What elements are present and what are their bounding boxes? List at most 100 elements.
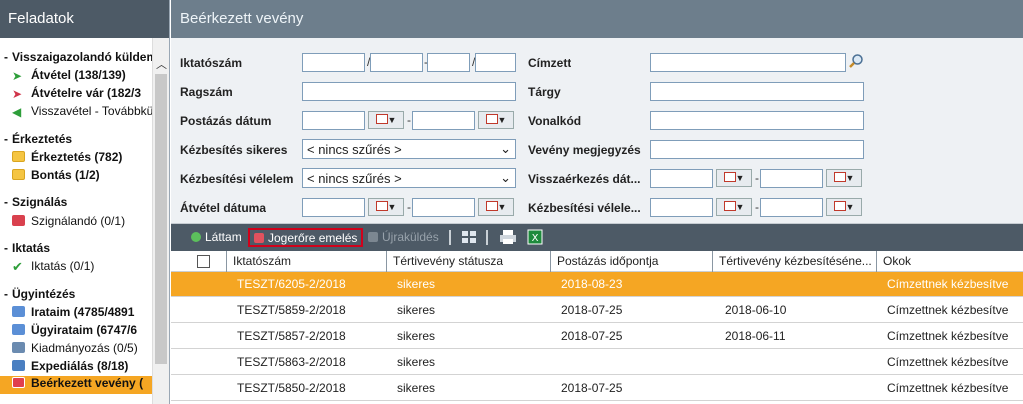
task-panel-scrollbar[interactable]: ︿ bbox=[152, 38, 169, 404]
ragszam-input[interactable] bbox=[302, 82, 516, 101]
group-erkeztetes[interactable]: - Érkeztetés bbox=[0, 132, 152, 150]
calendar-icon bbox=[833, 172, 846, 182]
column-header[interactable]: Postázás időpontja bbox=[551, 251, 713, 272]
group-ugyintezes[interactable]: - Ügyintézés bbox=[0, 287, 152, 305]
lattam-button[interactable]: Láttam bbox=[187, 228, 246, 247]
group-confirm[interactable]: -Visszaigazolandó küldemények bbox=[0, 50, 152, 68]
sep: - bbox=[407, 200, 411, 214]
receipt-red-icon bbox=[12, 377, 25, 388]
mail-red-icon bbox=[12, 215, 25, 226]
scrollbar-thumb[interactable] bbox=[155, 74, 167, 364]
plus-green-icon bbox=[191, 232, 201, 242]
ujrakuldes-button[interactable]: Újraküldés bbox=[364, 228, 443, 247]
excel-icon[interactable]: X bbox=[527, 229, 543, 245]
chevron-down-icon: ⌄ bbox=[500, 170, 511, 185]
label-kezbesites-sikeres: Kézbesítés sikeres bbox=[180, 143, 288, 157]
atvetel-to-input[interactable] bbox=[412, 198, 475, 217]
task-ugyirataim[interactable]: Ügyirataim (6747/6 bbox=[0, 323, 152, 341]
chevron-down-icon: ▼ bbox=[497, 202, 507, 212]
calendar-icon bbox=[485, 201, 498, 211]
calendar-icon bbox=[485, 114, 498, 124]
postazas-from-input[interactable] bbox=[302, 111, 365, 130]
vonalkod-input[interactable] bbox=[650, 111, 864, 130]
cell-statusz: sikeres bbox=[397, 277, 436, 291]
column-header[interactable]: Tértivevény kézbesítéséne... bbox=[713, 251, 877, 272]
select-all-checkbox[interactable] bbox=[197, 255, 210, 268]
group-szignalas[interactable]: - Szignálás bbox=[0, 195, 152, 213]
arrow-right-green-icon: ➤ bbox=[12, 69, 23, 83]
task-kiadmanyozas[interactable]: Kiadmányozás (0/5) bbox=[0, 341, 152, 359]
velelem-to-input[interactable] bbox=[760, 198, 823, 217]
task-beerkezett-veveny[interactable]: Beérkezett vevény ( bbox=[0, 376, 152, 394]
iktatoszam-prefix-input[interactable] bbox=[302, 53, 365, 72]
kezbesites-sikeres-select[interactable]: < nincs szűrés > ⌄ bbox=[302, 139, 516, 159]
visszaerkezes-from-input[interactable] bbox=[650, 169, 713, 188]
chevron-down-icon: ▼ bbox=[497, 115, 507, 125]
table-row[interactable]: TESZT/5857-2/2018 sikeres 2018-07-25 201… bbox=[171, 324, 1023, 349]
calendar-icon bbox=[375, 114, 388, 124]
column-header[interactable]: Iktatószám bbox=[227, 251, 387, 272]
iktatoszam-number-input[interactable] bbox=[370, 53, 423, 72]
task-iktatas[interactable]: ✔ Iktatás (0/1) bbox=[0, 259, 152, 277]
jogerore-emeles-button[interactable]: Jogerőre emelés bbox=[248, 228, 364, 247]
label-iktatoszam: Iktatószám bbox=[180, 56, 243, 70]
calendar-button[interactable]: ▼ bbox=[826, 169, 862, 187]
document-blue-icon bbox=[12, 324, 25, 335]
cell-postazas: 2018-08-23 bbox=[561, 277, 623, 291]
cell-statusz: sikeres bbox=[397, 381, 436, 395]
table-row[interactable]: TESZT/5863-2/2018 sikeres Címzettnek kéz… bbox=[171, 350, 1023, 375]
cell-postazas: 2018-07-25 bbox=[561, 381, 623, 395]
postazas-to-input[interactable] bbox=[412, 111, 475, 130]
label-kezbesitesi-velelem: Kézbesítési vélelem bbox=[180, 172, 294, 186]
group-iktatas[interactable]: - Iktatás bbox=[0, 241, 152, 259]
cimzett-input[interactable] bbox=[650, 53, 846, 72]
veveny-megjegyzes-input[interactable] bbox=[650, 140, 864, 159]
task-atvetelre-var[interactable]: ➤ Átvételre vár (182/3 bbox=[0, 86, 152, 104]
task-panel: Feladatok -Visszaigazolandó küldemények … bbox=[0, 0, 170, 404]
table-row[interactable]: TESZT/6205-2/2018 sikeres 2018-08-23 Cím… bbox=[171, 272, 1023, 297]
chevron-up-icon[interactable]: ︿ bbox=[156, 56, 167, 72]
toolbar-divider bbox=[486, 230, 488, 245]
task-irataim[interactable]: Irataim (4785/4891 bbox=[0, 305, 152, 323]
calendar-button[interactable]: ▼ bbox=[478, 198, 514, 216]
task-visszavetel[interactable]: ◀Visszavétel - Továbbküldés bbox=[0, 104, 152, 122]
sep: - bbox=[755, 200, 759, 214]
table-row[interactable]: TESZT/5859-2/2018 sikeres 2018-07-25 201… bbox=[171, 298, 1023, 323]
cell-kezbesites: 2018-06-10 bbox=[725, 303, 787, 317]
calendar-icon bbox=[833, 201, 846, 211]
iktatoszam-sub-input[interactable] bbox=[427, 53, 470, 72]
column-header[interactable]: Tértivevény státusza bbox=[387, 251, 551, 272]
kezbesitesi-velelem-select[interactable]: < nincs szűrés > ⌄ bbox=[302, 168, 516, 188]
calendar-button[interactable]: ▼ bbox=[368, 198, 404, 216]
velelem-from-input[interactable] bbox=[650, 198, 713, 217]
label-targy: Tárgy bbox=[528, 85, 561, 99]
resend-icon bbox=[368, 232, 378, 242]
calendar-button[interactable]: ▼ bbox=[368, 111, 404, 129]
task-erkeztetes[interactable]: Érkeztetés (782) bbox=[0, 150, 152, 168]
filter-form: Iktatószám / - / Címzett Ragszám Tárgy P… bbox=[171, 38, 1023, 224]
table-row[interactable]: TESZT/5850-2/2018 sikeres 2018-07-25 Cím… bbox=[171, 376, 1023, 401]
calendar-button[interactable]: ▼ bbox=[716, 198, 752, 216]
label-visszaerkezes-datum: Visszaérkezés dát... bbox=[528, 172, 641, 186]
iktatoszam-year-input[interactable] bbox=[475, 53, 516, 72]
calendar-button[interactable]: ▼ bbox=[478, 111, 514, 129]
targy-input[interactable] bbox=[650, 82, 864, 101]
cell-statusz: sikeres bbox=[397, 303, 436, 317]
cell-iktatoszam: TESZT/5850-2/2018 bbox=[237, 381, 346, 395]
cell-kezbesites: 2018-06-11 bbox=[725, 329, 786, 343]
task-bontas[interactable]: Bontás (1/2) bbox=[0, 168, 152, 186]
print-icon[interactable] bbox=[499, 229, 517, 245]
calendar-button[interactable]: ▼ bbox=[826, 198, 862, 216]
column-header[interactable]: Okok bbox=[877, 251, 1023, 272]
grid-icon[interactable] bbox=[461, 230, 477, 245]
task-atvetel[interactable]: ➤ Átvétel (138/139) bbox=[0, 68, 152, 86]
chevron-down-icon: ▼ bbox=[387, 202, 397, 212]
cell-postazas: 2018-07-25 bbox=[561, 329, 623, 343]
search-icon[interactable] bbox=[848, 53, 864, 69]
visszaerkezes-to-input[interactable] bbox=[760, 169, 823, 188]
task-expedialas[interactable]: Expediálás (8/18) bbox=[0, 359, 152, 377]
atvetel-from-input[interactable] bbox=[302, 198, 365, 217]
calendar-button[interactable]: ▼ bbox=[716, 169, 752, 187]
task-tree: -Visszaigazolandó küldemények ➤Átvétel (… bbox=[0, 38, 152, 404]
task-szignalando[interactable]: Szignálandó (0/1) bbox=[0, 214, 152, 232]
